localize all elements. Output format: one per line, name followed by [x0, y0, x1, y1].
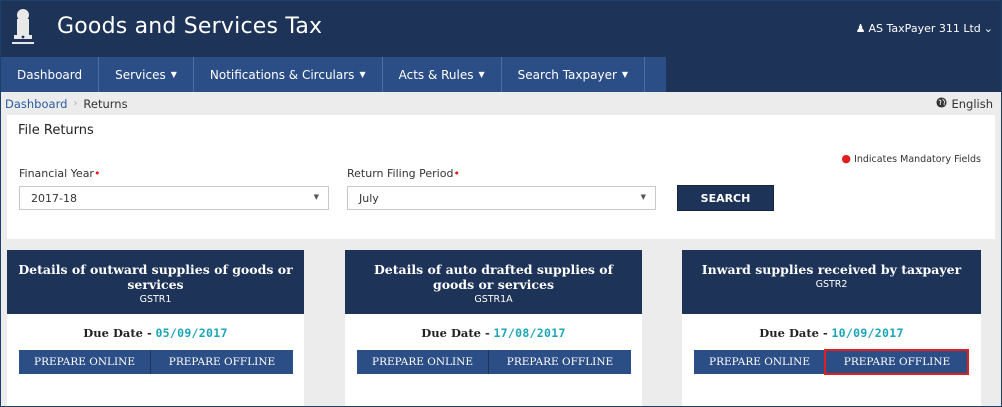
user-menu-label: AS TaxPayer 311 Ltd [868, 22, 981, 35]
card-return-code: GSTR1A [474, 294, 513, 305]
return-card-gstr1: Details of outward supplies of goods or … [7, 250, 304, 406]
breadcrumb-current: Returns [83, 96, 128, 111]
return-period-label-text: Return Filing Period [347, 167, 454, 180]
search-button[interactable]: SEARCH [677, 185, 774, 211]
chevron-down-icon: ▼ [640, 193, 646, 201]
nav-item-label: Dashboard [17, 67, 83, 82]
nav-filler [666, 57, 1001, 92]
panel-title: File Returns [18, 123, 94, 138]
nav-item-dashboard[interactable]: Dashboard [1, 57, 100, 92]
main-nav: Dashboard Services ▼ Notifications & Cir… [1, 57, 1001, 92]
file-returns-panel: File Returns ● Indicates Mandatory Field… [7, 115, 995, 239]
return-period-select[interactable]: July ▼ [347, 186, 656, 210]
card-title: Inward supplies received by taxpayer [701, 262, 962, 277]
caret-down-icon: ▼ [621, 70, 629, 79]
card-header: Inward supplies received by taxpayer GST… [682, 250, 981, 314]
return-period-label: Return Filing Period• [347, 167, 460, 180]
language-selector[interactable]: English [936, 97, 993, 111]
due-date-line: Due Date - 10/09/2017 [682, 326, 981, 340]
gst-returns-page: Goods and Services Tax ♟ AS TaxPayer 311… [0, 0, 1002, 407]
return-card-gstr2: Inward supplies received by taxpayer GST… [682, 250, 981, 406]
nav-item-search-taxpayer[interactable]: Search Taxpayer ▼ [502, 57, 646, 92]
due-date-label: Due Date - [83, 326, 152, 340]
breadcrumb-dashboard-link[interactable]: Dashboard [5, 97, 67, 111]
due-date-value: 05/09/2017 [155, 326, 228, 340]
due-date-label: Due Date - [759, 326, 828, 340]
user-icon: ♟ [855, 22, 866, 35]
prepare-online-button[interactable]: PREPARE ONLINE [19, 350, 150, 374]
financial-year-label: Financial Year• [19, 167, 100, 180]
prepare-offline-button[interactable]: PREPARE OFFLINE [824, 349, 969, 375]
prepare-online-button[interactable]: PREPARE ONLINE [694, 350, 825, 374]
chevron-down-icon: ▼ [313, 193, 319, 201]
chevron-down-icon: ⌄ [983, 22, 993, 35]
return-card-gstr1a: Details of auto drafted supplies of good… [345, 250, 642, 406]
site-title[interactable]: Goods and Services Tax [57, 14, 322, 39]
card-return-code: GSTR2 [815, 279, 848, 290]
prepare-online-button[interactable]: PREPARE ONLINE [357, 350, 488, 374]
required-star-icon: • [93, 167, 101, 180]
card-title: Details of auto drafted supplies of good… [373, 262, 614, 292]
caret-down-icon: ▼ [478, 70, 485, 79]
caret-down-icon: ▼ [359, 70, 366, 79]
financial-year-select[interactable]: 2017-18 ▼ [19, 186, 329, 210]
mandatory-note: ● Indicates Mandatory Fields [841, 152, 981, 165]
language-label: English [951, 97, 993, 111]
national-emblem-icon[interactable] [8, 7, 38, 50]
card-return-code: GSTR1 [139, 294, 172, 305]
due-date-line: Due Date - 05/09/2017 [7, 326, 304, 340]
site-header: Goods and Services Tax ♟ AS TaxPayer 311… [1, 1, 1001, 57]
prepare-offline-button[interactable]: PREPARE OFFLINE [488, 350, 631, 374]
financial-year-value: 2017-18 [31, 191, 77, 205]
due-date-label: Due Date - [421, 326, 490, 340]
breadcrumb-separator-icon: › [73, 98, 78, 109]
due-date-value: 17/08/2017 [493, 326, 566, 340]
nav-item-label: Notifications & Circulars [209, 67, 355, 82]
nav-item-label: Services [115, 67, 166, 82]
return-period-value: July [359, 191, 379, 205]
caret-down-icon: ▼ [170, 70, 177, 79]
nav-item-notifications[interactable]: Notifications & Circulars ▼ [194, 57, 383, 92]
due-date-value: 10/09/2017 [831, 326, 904, 340]
required-star-icon: • [453, 167, 460, 180]
nav-item-label: Acts & Rules [398, 67, 474, 82]
card-title: Details of outward supplies of goods or … [18, 262, 293, 292]
card-header: Details of outward supplies of goods or … [7, 250, 304, 314]
prepare-offline-button[interactable]: PREPARE OFFLINE [150, 350, 293, 374]
financial-year-label-text: Financial Year [19, 167, 94, 180]
nav-item-acts-rules[interactable]: Acts & Rules ▼ [383, 57, 502, 92]
user-menu[interactable]: ♟ AS TaxPayer 311 Ltd ⌄ [856, 22, 993, 35]
card-header: Details of auto drafted supplies of good… [345, 250, 642, 314]
nav-item-services[interactable]: Services ▼ [99, 57, 194, 92]
breadcrumb: Dashboard › Returns English [1, 92, 1001, 115]
required-dot-icon: ● [841, 152, 852, 165]
globe-icon [936, 97, 948, 111]
mandatory-note-text: Indicates Mandatory Fields [854, 154, 981, 165]
due-date-line: Due Date - 17/08/2017 [345, 326, 642, 340]
nav-item-label: Search Taxpayer [517, 67, 617, 82]
